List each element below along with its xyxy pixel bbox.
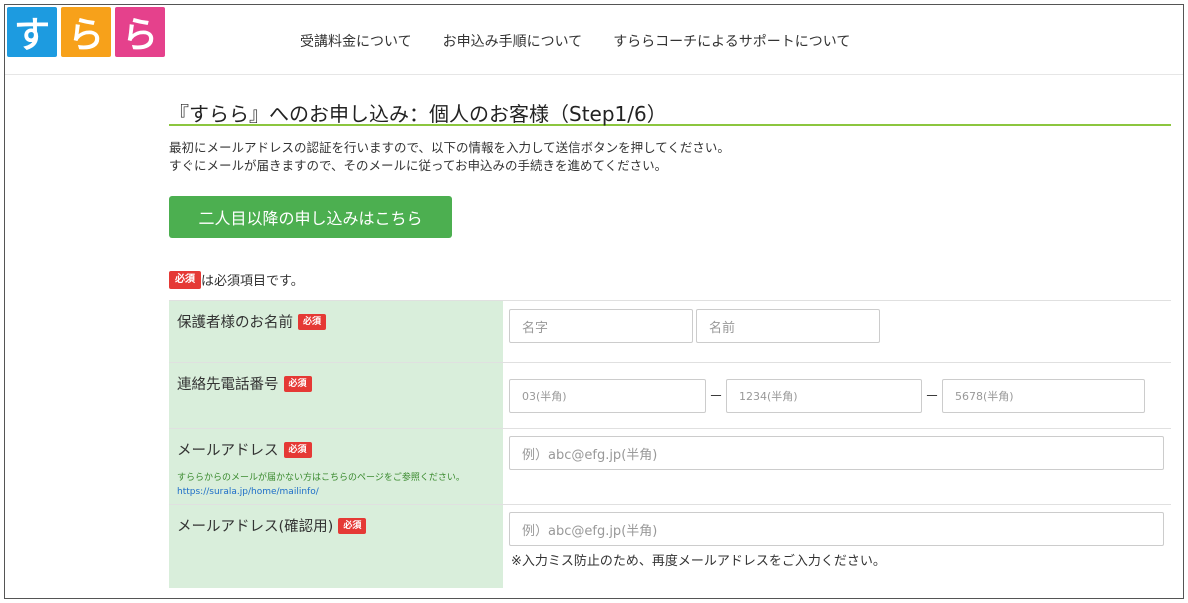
site-header: す ら ら 受講料金について お申込み手順について すららコーチによるサポートに… xyxy=(5,5,1183,75)
second-child-application-button[interactable]: 二人目以降の申し込みはこちら xyxy=(169,196,452,238)
required-badge: 必須 xyxy=(298,313,327,330)
last-name-input[interactable]: 名字 xyxy=(509,309,693,343)
surala-logo[interactable]: す ら ら xyxy=(7,7,165,59)
label-cell: メールアドレス 必須 すららからのメールが届かない方はこちらのページをご参照くだ… xyxy=(169,429,503,504)
phone-separator: － xyxy=(709,389,723,405)
intro-text: 最初にメールアドレスの認証を行いますので、以下の情報を入力して送信ボタンを押して… xyxy=(169,139,730,175)
label-cell: 連絡先電話番号 必須 xyxy=(169,363,503,428)
page-title: 『すらら』へのお申し込み：個人のお客様（Step1/6） xyxy=(169,98,1171,126)
first-name-input[interactable]: 名前 xyxy=(696,309,880,343)
intro-line-2: すぐにメールが届きますので、そのメールに従ってお申込みの手続きを進めてください。 xyxy=(169,158,668,173)
nav-link-application-steps[interactable]: お申込み手順について xyxy=(443,31,583,51)
required-badge: 必須 xyxy=(338,517,367,534)
nav-link-coach-support[interactable]: すららコーチによるサポートについて xyxy=(613,31,850,51)
label-cell: 保護者様のお名前 必須 xyxy=(169,301,503,362)
form-row-phone: 連絡先電話番号 必須 03(半角) － 1234(半角) － 5678(半角) xyxy=(169,362,1171,428)
email-help-text: すららからのメールが届かない方はこちらのページをご参照ください。 xyxy=(177,473,465,483)
phone-exchange-input[interactable]: 1234(半角) xyxy=(726,379,922,413)
logo-tile-ra2: ら xyxy=(115,7,165,57)
email-confirm-input[interactable]: 例）abc@efg.jp(半角) xyxy=(509,512,1164,546)
field-label: 連絡先電話番号 必須 xyxy=(177,373,312,394)
required-badge: 必須 xyxy=(283,441,312,458)
required-note: 必須 は必須項目です。 xyxy=(169,270,304,289)
form-row-email: メールアドレス 必須 すららからのメールが届かない方はこちらのページをご参照くだ… xyxy=(169,428,1171,504)
nav-link-fees[interactable]: 受講料金について xyxy=(300,31,412,51)
field-label: メールアドレス(確認用) 必須 xyxy=(177,515,367,536)
page-title-text: 『すらら』へのお申し込み：個人のお客様（Step1/6） xyxy=(169,102,667,126)
form-row-email-confirm: メールアドレス(確認用) 必須 例）abc@efg.jp(半角) ※入力ミス防止… xyxy=(169,504,1171,588)
field-label: 保護者様のお名前 必須 xyxy=(177,311,327,332)
main-nav: 受講料金について お申込み手順について すららコーチによるサポートについて xyxy=(300,31,850,51)
email-confirm-note: ※入力ミス防止のため、再度メールアドレスをご入力ください。 xyxy=(511,554,886,569)
label-cell: メールアドレス(確認用) 必須 xyxy=(169,505,503,588)
email-help-link[interactable]: https://surala.jp/home/mailinfo/ xyxy=(177,487,495,497)
email-input[interactable]: 例）abc@efg.jp(半角) xyxy=(509,436,1164,470)
required-note-text: は必須項目です。 xyxy=(201,274,304,289)
intro-line-1: 最初にメールアドレスの認証を行いますので、以下の情報を入力して送信ボタンを押して… xyxy=(169,140,730,155)
required-badge: 必須 xyxy=(169,270,201,289)
form-row-guardian-name: 保護者様のお名前 必須 名字 名前 xyxy=(169,300,1171,362)
required-badge: 必須 xyxy=(283,375,312,392)
phone-number-input[interactable]: 5678(半角) xyxy=(942,379,1145,413)
page-frame: す ら ら 受講料金について お申込み手順について すららコーチによるサポートに… xyxy=(4,4,1184,599)
phone-separator: － xyxy=(925,389,939,405)
field-label: メールアドレス 必須 xyxy=(177,439,312,460)
logo-tile-ra: ら xyxy=(61,7,111,57)
phone-area-code-input[interactable]: 03(半角) xyxy=(509,379,706,413)
logo-tile-su: す xyxy=(7,7,57,57)
